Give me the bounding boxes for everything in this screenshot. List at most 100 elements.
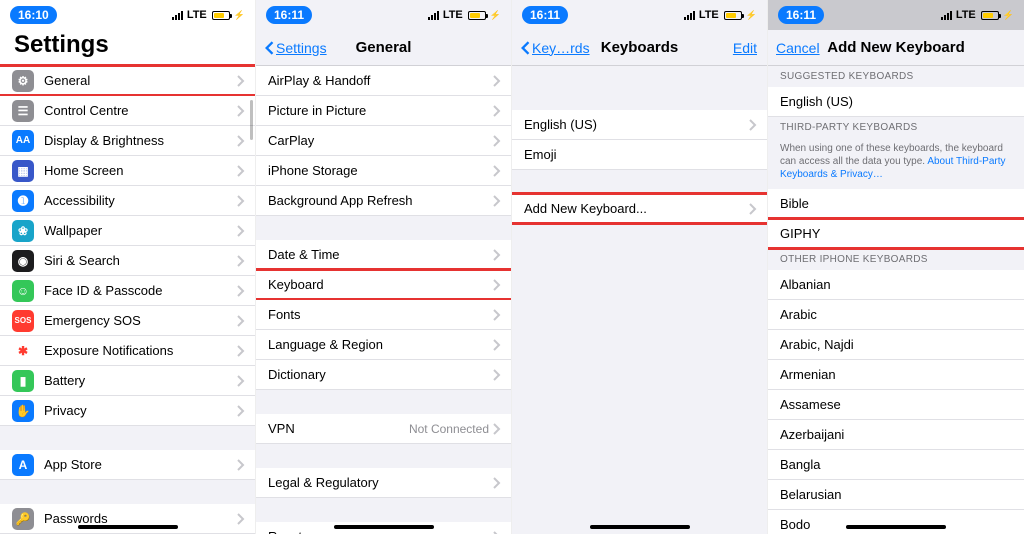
list-row[interactable]: ▮ Battery [0,366,255,396]
row-label: iPhone Storage [268,163,493,178]
list-row[interactable]: Emoji [512,140,767,170]
list-group: VPN Not Connected [256,414,511,444]
list-row[interactable]: Azerbaijani [768,420,1024,450]
empty-area [512,224,767,524]
edit-button[interactable]: Edit [733,40,757,56]
list-row[interactable]: ➊ Accessibility [0,186,255,216]
chevron-right-icon [493,531,501,534]
row-label: Accessibility [44,193,237,208]
list-row[interactable]: English (US) [768,87,1024,117]
accessibility-icon: ➊ [12,190,34,212]
list-row[interactable]: 🔑 Passwords [0,504,255,534]
chevron-right-icon [749,119,757,131]
status-time: 16:11 [522,6,568,24]
list-row[interactable]: iPhone Storage [256,156,511,186]
section-header: THIRD-PARTY KEYBOARDS [768,117,1024,138]
privacy-link[interactable]: About Third-Party Keyboards & Privacy… [780,156,1006,180]
chevron-left-icon [264,41,274,55]
gear-icon: ⚙ [12,70,34,92]
chevron-right-icon [493,165,501,177]
content-area: SUGGESTED KEYBOARDS English (US) THIRD-P… [768,66,1024,534]
list-row[interactable]: AA Display & Brightness [0,126,255,156]
list-row[interactable]: Assamese [768,390,1024,420]
list-row[interactable]: English (US) [512,110,767,140]
battery-icon [724,11,742,20]
list-row[interactable]: Keyboard [256,270,511,300]
list-row[interactable]: Arabic [768,300,1024,330]
row-label: Arabic, Najdi [780,337,1014,352]
list-row[interactable]: ✋ Privacy [0,396,255,426]
list-row[interactable]: ▦ Home Screen [0,156,255,186]
row-label: Add New Keyboard... [524,201,749,216]
list-row[interactable]: Bangla [768,450,1024,480]
list-row[interactable]: Bodo [768,510,1024,534]
chevron-right-icon [493,105,501,117]
list-row[interactable]: Add New Keyboard... [512,194,767,224]
list-row[interactable]: Dictionary [256,360,511,390]
status-bar: 16:11 LTE ⚡ [768,0,1024,30]
back-button[interactable]: Key…rds [520,40,590,56]
list-row[interactable]: Armenian [768,360,1024,390]
list-row[interactable]: Background App Refresh [256,186,511,216]
row-label: Siri & Search [44,253,237,268]
phone-screen-4: 16:11 LTE ⚡ CancelAdd New KeyboardSUGGES… [768,0,1024,534]
row-label: Battery [44,373,237,388]
faceid-icon: ☺ [12,280,34,302]
nav-bar: Key…rds Keyboards Edit [512,30,767,66]
nav-bar: CancelAdd New Keyboard [768,30,1024,66]
row-label: VPN [268,421,409,436]
list-row[interactable]: ✱ Exposure Notifications [0,336,255,366]
list-row[interactable]: Arabic, Najdi [768,330,1024,360]
row-label: Display & Brightness [44,133,237,148]
list-row[interactable]: Language & Region [256,330,511,360]
list-row[interactable]: Belarusian [768,480,1024,510]
list-row[interactable]: CarPlay [256,126,511,156]
list-row[interactable]: GIPHY [768,219,1024,249]
section-separator [512,66,767,86]
row-label: General [44,73,237,88]
list-row[interactable]: VPN Not Connected [256,414,511,444]
list-row[interactable]: Fonts [256,300,511,330]
list-row[interactable]: SOS Emergency SOS [0,306,255,336]
row-label: CarPlay [268,133,493,148]
charging-icon: ⚡ [746,10,757,21]
list-row[interactable]: ◉ Siri & Search [0,246,255,276]
row-label: Bible [780,196,1014,211]
section-separator [256,444,511,468]
chevron-right-icon [237,459,245,471]
row-label: AirPlay & Handoff [268,73,493,88]
row-label: Emergency SOS [44,313,237,328]
list-row[interactable]: Bible [768,189,1024,219]
network-label: LTE [699,9,719,21]
chevron-right-icon [237,75,245,87]
list-row[interactable]: ☺ Face ID & Passcode [0,276,255,306]
list-row[interactable]: Picture in Picture [256,96,511,126]
list-row[interactable]: Legal & Regulatory [256,468,511,498]
list-group: 🔑 Passwords [0,504,255,534]
charging-icon: ⚡ [234,10,245,21]
chevron-right-icon [237,375,245,387]
signal-icon [941,10,952,20]
content-area: AirPlay & Handoff Picture in Picture Car… [256,66,511,534]
list-row[interactable]: AirPlay & Handoff [256,66,511,96]
key-icon: 🔑 [12,508,34,530]
chevron-left-icon [520,41,530,55]
row-label: Dictionary [268,367,493,382]
list-row[interactable]: A App Store [0,450,255,480]
sliders-icon: ☰ [12,100,34,122]
battery-icon [468,11,486,20]
list-row[interactable]: ☰ Control Centre [0,96,255,126]
list-group: English (US) [768,87,1024,117]
list-row[interactable]: ❀ Wallpaper [0,216,255,246]
home-grid-icon: ▦ [12,160,34,182]
list-group: A App Store [0,450,255,480]
row-label: Control Centre [44,103,237,118]
list-row[interactable]: Date & Time [256,240,511,270]
cancel-button[interactable]: Cancel [776,40,820,56]
page-title: Keyboards [601,39,679,56]
row-label: Reset [268,529,493,534]
back-button[interactable]: Settings [264,40,327,56]
list-row[interactable]: Albanian [768,270,1024,300]
list-row[interactable]: ⚙ General [0,66,255,96]
row-label: GIPHY [780,226,1014,241]
